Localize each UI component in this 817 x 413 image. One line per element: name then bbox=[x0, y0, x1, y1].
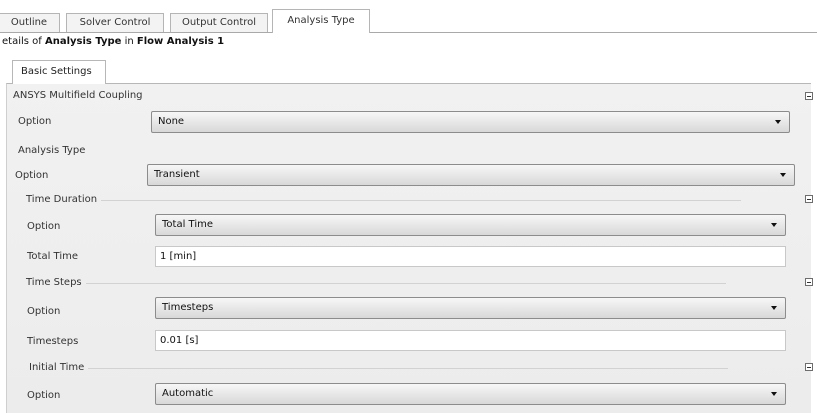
subtab-label: Basic Settings bbox=[21, 66, 92, 77]
timesteps-input[interactable]: 0.01 [s] bbox=[155, 330, 786, 351]
breadcrumb-parent: Flow Analysis 1 bbox=[136, 36, 225, 47]
chevron-down-icon bbox=[771, 223, 777, 227]
tab-solver-control[interactable]: Solver Control bbox=[66, 13, 164, 32]
dropdown-value: Total Time bbox=[162, 219, 214, 230]
time-steps-option-label: Option bbox=[27, 306, 61, 317]
multifield-option-dropdown[interactable]: None bbox=[151, 111, 790, 133]
chevron-down-icon bbox=[771, 306, 777, 310]
tab-label: Analysis Type bbox=[287, 15, 355, 26]
total-time-input[interactable]: 1 [min] bbox=[155, 246, 786, 267]
tab-basic-settings[interactable]: Basic Settings bbox=[12, 60, 106, 84]
tab-label: Outline bbox=[10, 17, 48, 28]
time-steps-option-dropdown[interactable]: Timesteps bbox=[155, 297, 786, 319]
analysis-type-option-label: Option bbox=[15, 170, 49, 181]
time-duration-header: Time Duration bbox=[26, 194, 743, 205]
chevron-down-icon bbox=[780, 173, 786, 177]
multifield-coupling-header: ANSYS Multifield Coupling bbox=[13, 90, 143, 101]
dropdown-value: Automatic bbox=[162, 388, 214, 399]
time-duration-option-label: Option bbox=[27, 221, 61, 232]
initial-time-header: Initial Time bbox=[29, 362, 733, 373]
multifield-option-label: Option bbox=[18, 116, 52, 127]
tab-label: Output Control bbox=[181, 17, 257, 28]
collapse-box-icon[interactable] bbox=[805, 278, 813, 286]
breadcrumb-object: Analysis Type bbox=[44, 36, 122, 47]
collapse-box-icon[interactable] bbox=[805, 195, 813, 203]
chevron-down-icon bbox=[771, 392, 777, 396]
dropdown-value: Transient bbox=[154, 169, 200, 180]
total-time-label: Total Time bbox=[27, 251, 79, 262]
analysis-type-header: Analysis Type bbox=[18, 145, 86, 156]
initial-time-option-label: Option bbox=[27, 390, 61, 401]
analysis-type-option-dropdown[interactable]: Transient bbox=[147, 164, 795, 186]
timesteps-label: Timesteps bbox=[27, 336, 79, 347]
tab-label: Solver Control bbox=[79, 17, 151, 28]
time-duration-option-dropdown[interactable]: Total Time bbox=[155, 214, 786, 236]
initial-time-option-dropdown[interactable]: Automatic bbox=[155, 383, 786, 405]
tab-analysis-type[interactable]: Analysis Type bbox=[272, 9, 370, 33]
dropdown-value: Timesteps bbox=[162, 302, 214, 313]
tab-output-control[interactable]: Output Control bbox=[170, 13, 268, 32]
collapse-box-icon[interactable] bbox=[805, 363, 813, 371]
collapse-box-icon[interactable] bbox=[805, 92, 813, 100]
breadcrumb-in: in bbox=[121, 36, 137, 47]
breadcrumb-prefix: etails of bbox=[2, 36, 45, 47]
tab-bar-divider bbox=[0, 32, 817, 33]
tab-outline[interactable]: Outline bbox=[0, 13, 60, 32]
chevron-down-icon bbox=[775, 120, 781, 124]
top-tab-bar: Outline Solver Control Output Control An… bbox=[0, 9, 817, 33]
details-breadcrumb: etails of Analysis Type in Flow Analysis… bbox=[2, 36, 224, 47]
time-steps-header: Time Steps bbox=[26, 277, 722, 288]
dropdown-value: None bbox=[158, 116, 185, 127]
